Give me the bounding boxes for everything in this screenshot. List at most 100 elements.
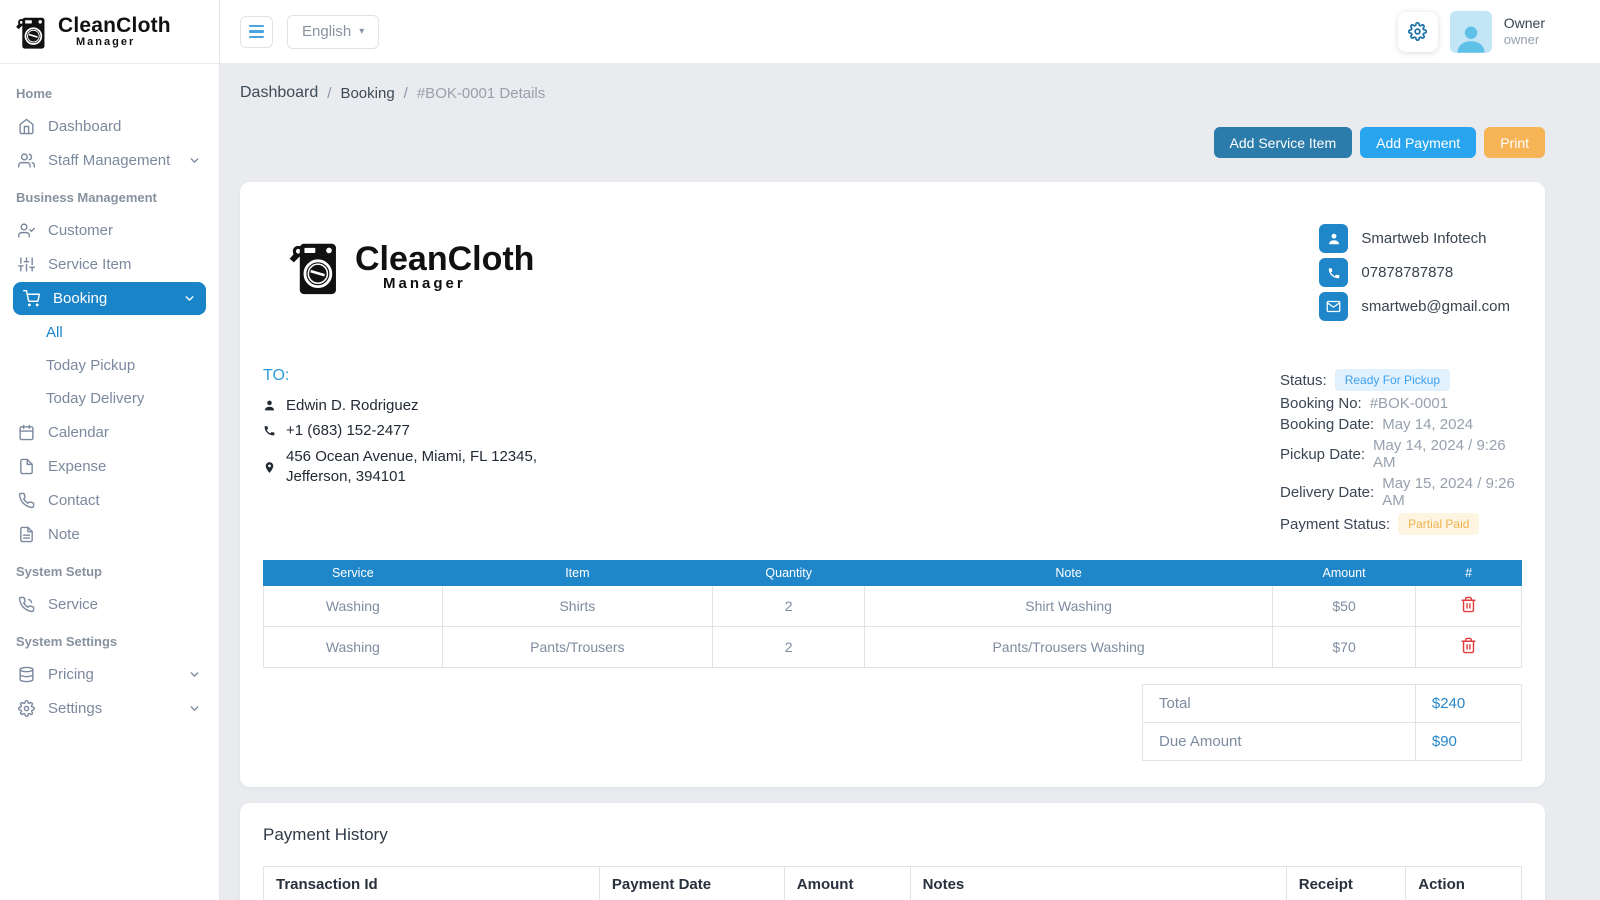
add-service-item-button[interactable]: Add Service Item [1214,127,1353,158]
cell-quantity: 2 [713,627,865,668]
shopping-cart-icon [23,290,40,307]
sidebar-item-calendar[interactable]: Calendar [0,416,219,449]
customer-name: Edwin D. Rodriguez [286,397,419,414]
due-amount-label: Due Amount [1143,723,1416,761]
main-content: Dashboard / Booking / #BOK-0001 Details … [220,0,1600,900]
total-label: Total [1143,685,1416,723]
sidebar-item-contact[interactable]: Contact [0,484,219,517]
payment-history-title: Payment History [263,825,1522,845]
sidebar-subitem-today-pickup[interactable]: Today Pickup [0,349,219,382]
phone-icon [18,492,35,509]
sidebar-nav: Home Dashboard Staff Management Business… [0,64,219,725]
topbar: English ▾ Owner owner [220,0,1600,64]
person-icon [263,399,276,412]
invoice-brand-tagline: Manager [383,276,534,293]
database-icon [18,666,35,683]
sidebar-item-service-item[interactable]: Service Item [0,248,219,281]
sidebar-item-dashboard[interactable]: Dashboard [0,110,219,143]
nav-section-system-settings: System Settings [0,622,219,657]
col-header-action: Action [1406,867,1522,900]
sidebar-subitem-today-delivery[interactable]: Today Delivery [0,382,219,415]
caret-down-icon: ▾ [359,26,364,37]
washing-machine-icon [12,13,50,51]
sidebar-item-customer[interactable]: Customer [0,214,219,247]
customer-address-row: 456 Ocean Avenue, Miami, FL 12345, Jeffe… [263,447,537,488]
service-table-header-row: Service Item Quantity Note Amount # [264,561,1522,586]
language-dropdown[interactable]: English ▾ [287,15,379,49]
table-row: Washing Pants/Trousers 2 Pants/Trousers … [264,627,1522,668]
user-check-icon [18,222,35,239]
chevron-down-icon [188,702,201,715]
settings-button[interactable] [1398,12,1438,52]
totals-table: Total $240 Due Amount $90 [1142,684,1522,761]
breadcrumb-dashboard[interactable]: Dashboard [240,84,318,102]
brand-name: CleanCloth [58,15,171,36]
sidebar-item-label: Pricing [48,666,94,683]
brand-tagline: Manager [76,36,171,48]
company-phone-row: 07878787878 [1319,258,1510,287]
service-items-table: Service Item Quantity Note Amount # Wash… [263,560,1522,668]
cell-quantity: 2 [713,586,865,627]
cell-note: Pants/Trousers Washing [865,627,1273,668]
trash-icon[interactable] [1460,596,1477,613]
customer-block: TO: Edwin D. Rodriguez +1 (683) 152-2477… [263,367,537,539]
company-email: smartweb@gmail.com [1361,298,1510,315]
chevron-down-icon [183,292,196,305]
total-row: Total $240 [1143,685,1522,723]
breadcrumb: Dashboard / Booking / #BOK-0001 Details [240,64,1545,102]
table-row: Washing Shirts 2 Shirt Washing $50 [264,586,1522,627]
payment-history-card: Payment History Transaction Id Payment D… [240,803,1545,900]
sliders-icon [18,256,35,273]
nav-section-system-setup: System Setup [0,552,219,587]
col-header-service: Service [264,561,443,586]
breadcrumb-separator: / [404,85,408,102]
print-button[interactable]: Print [1484,127,1545,158]
brand-text: CleanCloth Manager [58,15,171,48]
home-icon [18,118,35,135]
customer-phone-row: +1 (683) 152-2477 [263,422,537,439]
booking-date-label: Booking Date: [1280,416,1374,433]
add-payment-button[interactable]: Add Payment [1360,127,1476,158]
breadcrumb-current: #BOK-0001 Details [417,85,545,102]
nav-section-home: Home [0,74,219,109]
sidebar-item-booking[interactable]: Booking [13,282,206,315]
sidebar-subitem-all[interactable]: All [0,316,219,349]
payment-status-row: Payment Status: Partial Paid [1280,513,1522,535]
phone-icon [263,424,276,437]
avatar[interactable] [1450,11,1492,53]
chevron-down-icon [188,668,201,681]
sidebar-item-expense[interactable]: Expense [0,450,219,483]
map-pin-icon [263,461,276,474]
brand-logo: CleanCloth Manager [0,0,219,64]
phone-call-icon [18,596,35,613]
sidebar-item-label: Contact [48,492,100,509]
file-text-icon [18,526,35,543]
users-icon [18,152,35,169]
col-header-quantity: Quantity [713,561,865,586]
trash-icon[interactable] [1460,637,1477,654]
to-heading: TO: [263,367,537,385]
cell-service: Washing [264,627,443,668]
user-role: owner [1504,32,1545,48]
nav-section-business: Business Management [0,178,219,213]
payment-status-badge: Partial Paid [1398,513,1479,535]
sidebar-item-service[interactable]: Service [0,588,219,621]
delivery-date-row: Delivery Date: May 15, 2024 / 9:26 AM [1280,475,1522,509]
cell-item: Pants/Trousers [442,627,712,668]
sidebar-item-pricing[interactable]: Pricing [0,658,219,691]
booking-no-value: #BOK-0001 [1370,395,1448,412]
cell-amount: $70 [1272,627,1415,668]
status-row: Status: Ready For Pickup [1280,369,1522,391]
phone-icon [1319,258,1348,287]
menu-toggle-button[interactable] [240,16,273,48]
customer-name-row: Edwin D. Rodriguez [263,397,537,414]
breadcrumb-booking[interactable]: Booking [340,85,394,102]
cell-service: Washing [264,586,443,627]
booking-details-card: CleanCloth Manager Smartweb Infotech 078… [240,182,1545,787]
col-header-notes: Notes [910,867,1286,900]
sidebar-item-settings[interactable]: Settings [0,692,219,725]
sidebar-item-staff-management[interactable]: Staff Management [0,144,219,177]
delivery-date-label: Delivery Date: [1280,484,1374,501]
sidebar-item-note[interactable]: Note [0,518,219,551]
sidebar-item-label: Booking [53,290,107,307]
